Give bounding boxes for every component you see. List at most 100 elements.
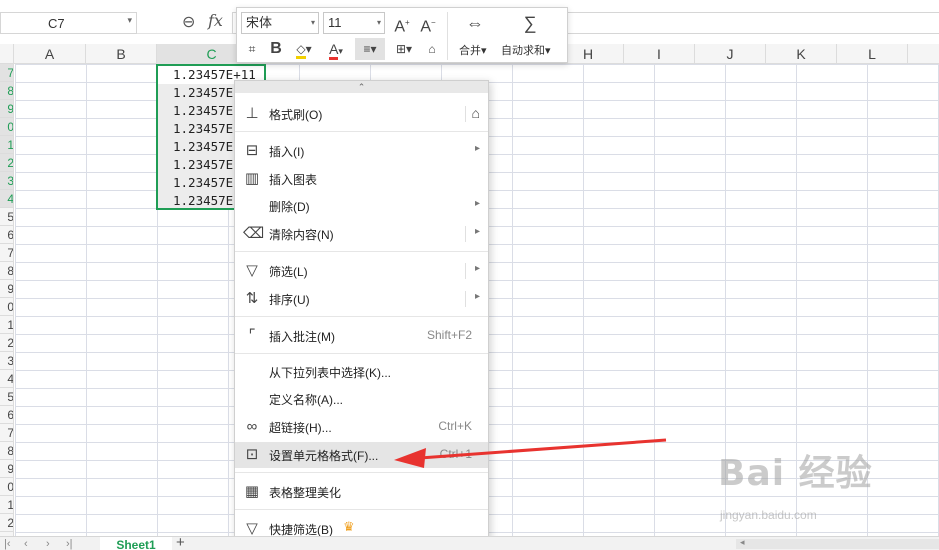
increase-font-icon[interactable]: A+ — [391, 12, 413, 35]
row-header[interactable]: 1 — [0, 496, 13, 514]
row-header[interactable]: 8 — [0, 442, 13, 460]
row-header[interactable]: 2 — [0, 154, 13, 172]
menu-separator — [235, 251, 488, 252]
menu-item-beautify[interactable]: ▦ 表格整理美化 — [235, 479, 488, 505]
chevron-down-icon[interactable]: ▾ — [127, 15, 132, 26]
menu-item-pick-from-list[interactable]: 从下拉列表中选择(K)... — [235, 359, 488, 385]
merge-button[interactable]: 合并▾ — [459, 42, 487, 58]
row-header[interactable]: 1 — [0, 316, 13, 334]
cell-c14[interactable]: 1.23457E — [157, 192, 237, 210]
row-header[interactable]: 6 — [0, 406, 13, 424]
menu-item-insert-chart[interactable]: ▥ 插入图表 — [235, 166, 488, 192]
menu-scroll-up-icon[interactable]: ⌃ — [235, 81, 488, 93]
row-header[interactable]: 9 — [0, 280, 13, 298]
row-header[interactable]: 1 — [0, 136, 13, 154]
horizontal-scrollbar[interactable]: ◂ — [736, 537, 939, 549]
row-header[interactable]: 4 — [0, 190, 13, 208]
format-painter-icon[interactable]: ⌂ — [421, 38, 443, 60]
bold-button[interactable]: B — [265, 38, 287, 60]
fill-color-icon[interactable]: ◇▾ — [289, 38, 319, 60]
name-box[interactable]: C7 ▾ — [0, 12, 137, 34]
filter-icon: ▽ — [246, 262, 258, 279]
column-header-i[interactable]: I — [624, 44, 695, 64]
row-header[interactable]: 4 — [0, 370, 13, 388]
font-size-select[interactable]: 11 ▾ — [323, 12, 385, 34]
select-all-corner[interactable] — [0, 44, 14, 64]
row-header[interactable]: 2 — [0, 514, 13, 532]
menu-item-format-cells[interactable]: ⊡ 设置单元格格式(F)... Ctrl+1 — [235, 442, 488, 468]
autosum-label: 自动求和 — [501, 45, 545, 57]
row-header[interactable]: 7 — [0, 64, 13, 82]
sheet-tab-sheet1[interactable]: Sheet1 — [100, 537, 172, 550]
prev-sheet-icon[interactable]: ‹ — [24, 537, 28, 550]
cell-c9[interactable]: 1.23457E — [157, 102, 237, 120]
watermark-url: jingyan.baidu.com — [720, 508, 817, 522]
last-sheet-icon[interactable]: ›| — [66, 537, 73, 550]
autosum-button[interactable]: 自动求和▾ — [501, 42, 551, 58]
row-header[interactable]: 0 — [0, 118, 13, 136]
menu-separator — [235, 472, 488, 473]
insert-icon: ⊟ — [245, 142, 259, 159]
menu-item-define-name[interactable]: 定义名称(A)... — [235, 386, 488, 412]
row-header[interactable]: 2 — [0, 334, 13, 352]
menu-item-hyperlink[interactable]: ∞ 超链接(H)... Ctrl+K — [235, 414, 488, 440]
border-icon[interactable]: ⊞▾ — [389, 38, 419, 60]
menu-separator — [235, 131, 488, 132]
column-header-k[interactable]: K — [766, 44, 837, 64]
format-painter-icon[interactable]: ⌂ — [472, 105, 480, 121]
menu-item-insert-comment[interactable]: ⌜ 插入批注(M) Shift+F2 — [235, 323, 488, 349]
menu-item-label: 插入批注(M) — [269, 330, 335, 344]
add-sheet-icon[interactable]: + — [176, 534, 185, 550]
cell-c12[interactable]: 1.23457E — [157, 156, 237, 174]
menu-item-delete[interactable]: 删除(D) ▸ — [235, 193, 488, 219]
decrease-font-icon[interactable]: A− — [417, 12, 439, 35]
menu-item-shortcut: Shift+F2 — [426, 328, 472, 342]
menu-item-format-painter[interactable]: ⊥ 格式刷(O) ⌂ — [235, 101, 488, 127]
row-header[interactable]: 6 — [0, 226, 13, 244]
menu-item-insert[interactable]: ⊟ 插入(I) ▸ — [235, 138, 488, 164]
cell-c8[interactable]: 1.23457E — [157, 84, 237, 102]
fx-icon[interactable]: fx — [208, 11, 223, 30]
first-sheet-icon[interactable]: |‹ — [4, 537, 11, 550]
cell-c13[interactable]: 1.23457E — [157, 174, 237, 192]
menu-item-sort[interactable]: ⇅ 排序(U) ▸ — [235, 286, 488, 312]
row-header[interactable]: 3 — [0, 172, 13, 190]
row-header[interactable]: 8 — [0, 82, 13, 100]
row-header[interactable]: 9 — [0, 100, 13, 118]
menu-item-label: 表格整理美化 — [269, 486, 342, 500]
sum-icon[interactable]: ∑ — [517, 12, 543, 34]
menu-item-label: 从下拉列表中选择(K)... — [269, 366, 391, 380]
row-header[interactable]: 5 — [0, 208, 13, 226]
menu-item-clear-contents[interactable]: ⌫ 清除内容(N) ▸ — [235, 221, 488, 247]
merge-icon[interactable]: ⇔ — [457, 12, 493, 34]
row-header[interactable]: 0 — [0, 478, 13, 496]
row-header[interactable]: 3 — [0, 352, 13, 370]
row-header[interactable]: 8 — [0, 262, 13, 280]
next-sheet-icon[interactable]: › — [46, 537, 50, 550]
context-menu: ⌃ ⊥ 格式刷(O) ⌂ ⊟ 插入(I) ▸ ▥ 插入图表 删除(D) ▸ ⌫ … — [234, 80, 489, 550]
sheet-tab-bar: |‹ ‹ › ›| Sheet1 + ◂ — [0, 534, 939, 550]
row-header[interactable]: 9 — [0, 460, 13, 478]
font-family-select[interactable]: 宋体 ▾ — [241, 12, 319, 34]
chevron-down-icon: ▾ — [376, 18, 381, 27]
cell-c11[interactable]: 1.23457E — [157, 138, 237, 156]
row-header[interactable]: 0 — [0, 298, 13, 316]
zoom-icon[interactable]: ⊖ — [182, 12, 195, 32]
column-header-a[interactable]: A — [14, 44, 86, 64]
merge-label: 合并 — [459, 45, 481, 57]
row-header[interactable]: 7 — [0, 424, 13, 442]
align-icon[interactable]: ≡▾ — [355, 38, 385, 60]
menu-item-filter[interactable]: ▽ 筛选(L) ▸ — [235, 258, 488, 284]
cell-c10[interactable]: 1.23457E — [157, 120, 237, 138]
row-header[interactable]: 5 — [0, 388, 13, 406]
column-header-j[interactable]: J — [695, 44, 766, 64]
scroll-left-icon[interactable]: ◂ — [740, 537, 745, 548]
font-color-icon[interactable]: A▾ — [321, 38, 351, 60]
row-header-bar: 7 8 9 0 1 2 3 4 5 6 7 8 9 0 1 2 3 4 5 6 … — [0, 64, 14, 550]
menu-separator — [235, 316, 488, 317]
wrap-text-icon[interactable]: ⌗ — [241, 38, 263, 60]
column-header-l[interactable]: L — [837, 44, 908, 64]
chevron-right-icon: ▸ — [474, 198, 480, 209]
row-header[interactable]: 7 — [0, 244, 13, 262]
column-header-b[interactable]: B — [86, 44, 157, 64]
